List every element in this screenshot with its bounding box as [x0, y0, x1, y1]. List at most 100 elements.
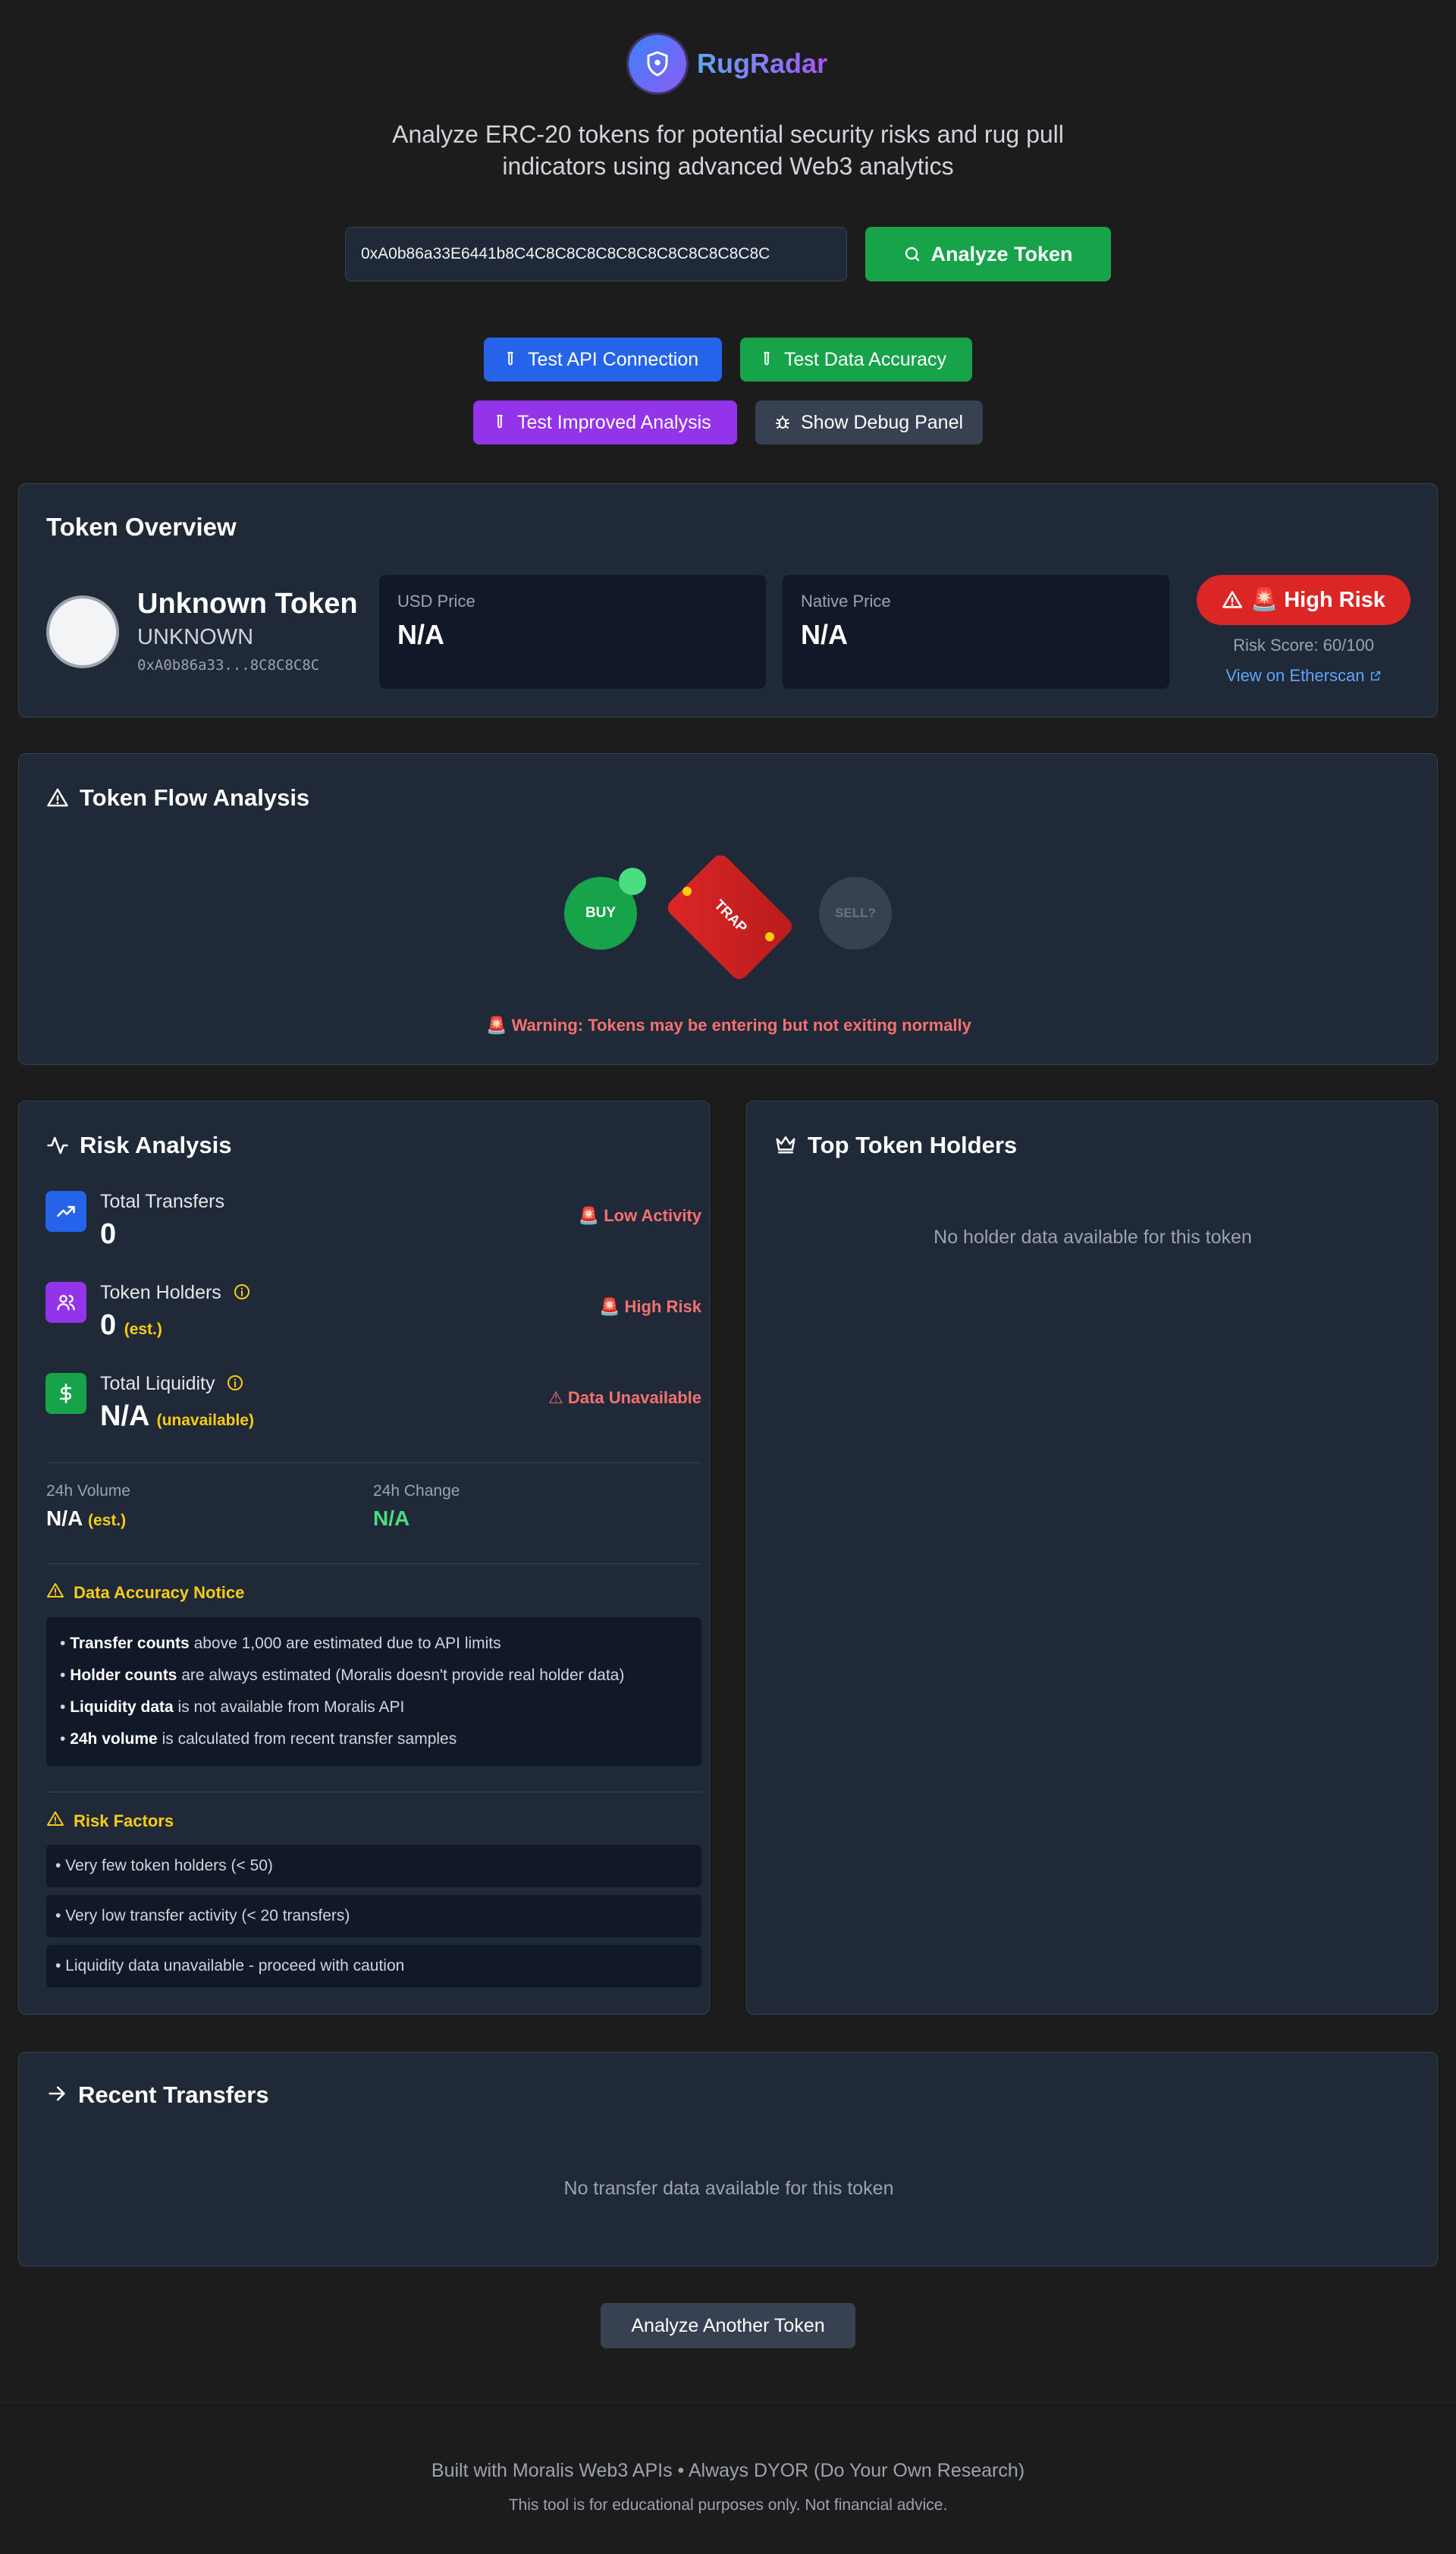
notice-item-text: are always estimated (Moralis doesn't pr…: [177, 1667, 625, 1684]
notice-item: • 24h volume is calculated from recent t…: [60, 1730, 457, 1748]
notice-item-bold: Transfer counts: [70, 1635, 190, 1652]
external-link-icon: [1370, 666, 1382, 685]
volume-value: N/A: [46, 1506, 83, 1530]
notice-item-bold: Holder counts: [70, 1667, 177, 1684]
total-liquidity-label-wrap: Total Liquidity: [100, 1373, 244, 1395]
warning-triangle-icon: [46, 1582, 64, 1604]
test-accuracy-label: Test Data Accuracy: [784, 348, 946, 370]
notice-item: • Transfer counts above 1,000 are estima…: [60, 1635, 501, 1652]
token-symbol: UNKNOWN: [137, 625, 254, 649]
native-price-label: Native Price: [801, 592, 891, 611]
test-tube-icon: [491, 413, 508, 432]
change-block: 24h Change N/A: [373, 1482, 460, 1531]
test-accuracy-button[interactable]: Test Data Accuracy: [740, 338, 972, 382]
token-flow-card: Token Flow Analysis BUY TRAP SELL? 🚨 War…: [18, 753, 1438, 1065]
total-transfers-label: Total Transfers: [100, 1191, 224, 1212]
risk-analysis-header: Risk Analysis: [46, 1132, 231, 1159]
shield-logo-icon: [628, 35, 686, 93]
token-holders-label: Token Holders: [100, 1282, 221, 1303]
etherscan-link[interactable]: View on Etherscan: [1197, 666, 1410, 686]
brand: RugRadar: [628, 35, 827, 93]
test-buttons-row-2: Test Improved Analysis Show Debug Panel: [0, 401, 1456, 445]
analyze-token-button[interactable]: Analyze Token: [865, 227, 1111, 281]
usd-price-value: N/A: [397, 619, 444, 650]
usd-price-box: USD Price N/A: [379, 575, 766, 689]
trending-up-icon: [46, 1191, 86, 1232]
native-price-value: N/A: [801, 619, 848, 650]
info-icon[interactable]: [227, 1282, 251, 1303]
token-address-input[interactable]: [345, 227, 847, 281]
top-holders-title: Top Token Holders: [808, 1132, 1018, 1158]
tagline: Analyze ERC-20 tokens for potential secu…: [392, 121, 1064, 180]
notice-item-bold: Liquidity data: [70, 1698, 174, 1716]
footer-line-1: Built with Moralis Web3 APIs • Always DY…: [431, 2460, 1025, 2481]
warning-triangle-icon: [46, 787, 69, 809]
notice-title: Data Accuracy Notice: [74, 1582, 245, 1602]
native-price-box: Native Price N/A: [783, 575, 1169, 689]
notice-item-text: is not available from Moralis API: [173, 1698, 405, 1716]
notice-header: Data Accuracy Notice: [46, 1582, 244, 1604]
total-transfers-row: Total Transfers 0 🚨 Low Activity: [46, 1191, 701, 1252]
analyze-another-wrap: Analyze Another Token: [0, 2303, 1456, 2348]
etherscan-link-label: View on Etherscan: [1225, 666, 1365, 685]
holders-empty-message: No holder data available for this token: [934, 1227, 1252, 1248]
info-icon[interactable]: [220, 1373, 244, 1394]
volume-label: 24h Volume: [46, 1482, 130, 1500]
top-holders-card: Top Token Holders No holder data availab…: [746, 1101, 1438, 2015]
test-buttons-row-1: Test API Connection Test Data Accuracy: [0, 338, 1456, 382]
token-flow-title: Token Flow Analysis: [80, 784, 310, 811]
test-api-button[interactable]: Test API Connection: [484, 338, 722, 382]
test-improved-button[interactable]: Test Improved Analysis: [473, 401, 737, 445]
token-overview-title: Token Overview: [46, 513, 237, 541]
token-holders-value-wrap: 0 (est.): [100, 1309, 162, 1342]
users-icon: [46, 1282, 86, 1323]
token-overview-card: Token Overview Unknown Token UNKNOWN 0xA…: [18, 483, 1438, 718]
test-tube-icon: [502, 350, 519, 369]
total-liquidity-row: Total Liquidity N/A (unavailable) ⚠ Data…: [46, 1373, 701, 1434]
token-dot: [619, 868, 646, 895]
sell-circle: SELL?: [819, 877, 892, 950]
recent-transfers-title: Recent Transfers: [78, 2081, 269, 2108]
total-transfers-value: 0: [100, 1218, 117, 1250]
search-icon: [903, 245, 921, 263]
analyze-another-button[interactable]: Analyze Another Token: [601, 2303, 855, 2348]
trap-label: TRAP: [711, 897, 750, 937]
header: RugRadar Analyze ERC-20 tokens for poten…: [0, 35, 1456, 182]
risk-factors-list: • Very few token holders (< 50) • Very l…: [46, 1845, 701, 1995]
search-row: Analyze Token: [345, 227, 1111, 281]
arrow-right-icon: [46, 2083, 67, 2108]
token-holders-label-wrap: Token Holders: [100, 1282, 251, 1304]
risk-factors-title: Risk Factors: [74, 1811, 174, 1830]
risk-factor-item: • Very low transfer activity (< 20 trans…: [46, 1895, 701, 1937]
change-label: 24h Change: [373, 1482, 460, 1500]
divider: [46, 1563, 701, 1564]
test-tube-icon: [758, 350, 775, 369]
divider: [46, 1462, 701, 1463]
debug-panel-button[interactable]: Show Debug Panel: [755, 401, 983, 445]
trap-dot: [682, 887, 692, 896]
risk-analysis-card: Risk Analysis Total Transfers 0 🚨 Low Ac…: [18, 1101, 710, 2015]
notice-item-bold: 24h volume: [70, 1730, 158, 1748]
risk-analysis-title: Risk Analysis: [80, 1132, 232, 1158]
token-avatar: [46, 595, 119, 668]
volume-est-note: (est.): [87, 1512, 127, 1529]
activity-icon: [46, 1134, 69, 1157]
transfers-empty-message: No transfer data available for this toke…: [563, 2178, 894, 2199]
bug-icon: [774, 413, 792, 432]
risk-factor-item: • Very few token holders (< 50): [46, 1845, 701, 1887]
volume-block: 24h Volume N/A (est.): [46, 1482, 130, 1531]
change-value: N/A: [373, 1506, 410, 1530]
crown-icon: [774, 1132, 797, 1159]
total-liquidity-value-wrap: N/A (unavailable): [100, 1400, 254, 1433]
flow-warning: 🚨 Warning: Tokens may be entering but no…: [486, 1016, 971, 1035]
recent-transfers-header: Recent Transfers: [46, 2081, 269, 2109]
risk-badge-label: 🚨 High Risk: [1250, 588, 1385, 612]
notice-item: • Holder counts are always estimated (Mo…: [60, 1667, 625, 1684]
token-name: Unknown Token: [137, 588, 358, 620]
test-improved-label: Test Improved Analysis: [517, 411, 711, 433]
token-holders-value: 0: [100, 1309, 117, 1341]
debug-panel-label: Show Debug Panel: [801, 411, 964, 433]
high-risk-badge: 🚨 High Risk: [1197, 575, 1410, 625]
token-address: 0xA0b86a33...8C8C8C8C: [137, 657, 320, 674]
warning-triangle-icon: [1222, 589, 1243, 611]
